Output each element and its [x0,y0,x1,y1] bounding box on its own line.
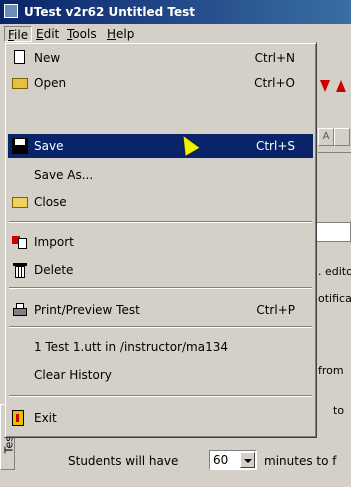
menu-item-open-shortcut: Ctrl+O [254,76,295,90]
menu-item-close[interactable]: Close [8,190,313,214]
menu-help[interactable]: Help [104,26,137,42]
background-text-field[interactable] [316,222,351,242]
menu-item-new-label: New [34,51,61,65]
menu-item-save-as[interactable]: Save As... [8,163,313,187]
menu-item-print-shortcut: Ctrl+P [256,303,295,317]
menu-item-import[interactable]: Import [8,230,313,254]
background-edit-text: . edito [318,265,351,278]
floppy-disk-icon [12,138,28,154]
menu-separator [9,287,312,289]
open-folder-icon [12,78,28,89]
minutes-to-label: minutes to f [264,454,337,468]
folder-icon [12,197,28,208]
menu-edit-mnemonic: E [36,27,44,41]
menu-bar: File Edit Tools Help [0,24,351,44]
menu-item-exit[interactable]: Exit [8,406,313,430]
background-notify-text: otifica [318,292,351,305]
app-icon [4,4,18,18]
menu-item-exit-label: Exit [34,411,57,425]
background-panel [314,170,351,470]
minutes-select-value: 60 [213,453,229,467]
move-down-arrow-icon[interactable] [320,80,330,92]
move-up-arrow-icon[interactable] [336,80,346,92]
menu-item-new[interactable]: New Ctrl+N [8,46,313,70]
menu-item-save-as-label: Save As... [34,168,94,182]
menu-item-save-shortcut: Ctrl+S [255,139,295,153]
toolbar-a-button[interactable]: A [318,128,334,146]
window-title: UTest v2r62 Untitled Test [24,5,195,19]
exit-icon [12,410,24,426]
menu-tools-rest: ools [72,27,97,41]
students-will-have-label: Students will have [68,454,179,468]
new-document-icon [14,50,25,64]
menu-item-import-label: Import [34,235,74,249]
background-to-text: to [333,404,345,417]
menu-separator [9,326,312,328]
menu-tools[interactable]: Tools [64,26,100,42]
menu-item-recent-file[interactable]: 1 Test 1.utt in /instructor/ma134 [8,335,313,359]
menu-item-delete-label: Delete [34,263,74,277]
menu-item-open-label: Open [34,76,67,90]
menu-item-print-preview[interactable]: Print/Preview Test Ctrl+P [8,298,313,322]
menu-item-save[interactable]: Save Ctrl+S [8,134,313,158]
background-from-text: from [318,364,344,377]
chevron-down-icon[interactable] [240,452,255,468]
time-limit-row: Students will have 60 minutes to f [16,444,351,487]
menu-item-new-shortcut: Ctrl+N [254,51,295,65]
menu-item-clear-history-label: Clear History [34,368,112,382]
minutes-select[interactable]: 60 [209,450,257,470]
menu-separator [9,221,312,223]
title-bar: UTest v2r62 Untitled Test [0,0,351,24]
menu-separator [9,395,312,397]
menu-item-print-label: Print/Preview Test [34,303,140,317]
printer-icon [12,302,28,318]
toolbar-gear-icon[interactable] [334,128,350,146]
menu-edit[interactable]: Edit [33,26,62,42]
menu-edit-rest: dit [43,27,60,41]
menu-file-rest: ile [14,28,29,42]
menu-file[interactable]: File [4,26,33,42]
menu-help-mnemonic: H [107,27,117,41]
menu-item-recent-label: 1 Test 1.utt in /instructor/ma134 [34,340,228,354]
menu-item-close-label: Close [34,195,67,209]
menu-item-open[interactable]: Open Ctrl+O [8,71,313,95]
menu-item-delete[interactable]: Delete [8,258,313,282]
import-icon [12,234,28,250]
trash-icon [12,262,28,278]
menu-help-rest: elp [116,27,135,41]
menu-item-save-label: Save [34,139,64,153]
file-menu-dropdown: New Ctrl+N Open Ctrl+O Save Ctrl+S Save … [4,42,317,438]
menu-item-clear-history[interactable]: Clear History [8,363,313,387]
